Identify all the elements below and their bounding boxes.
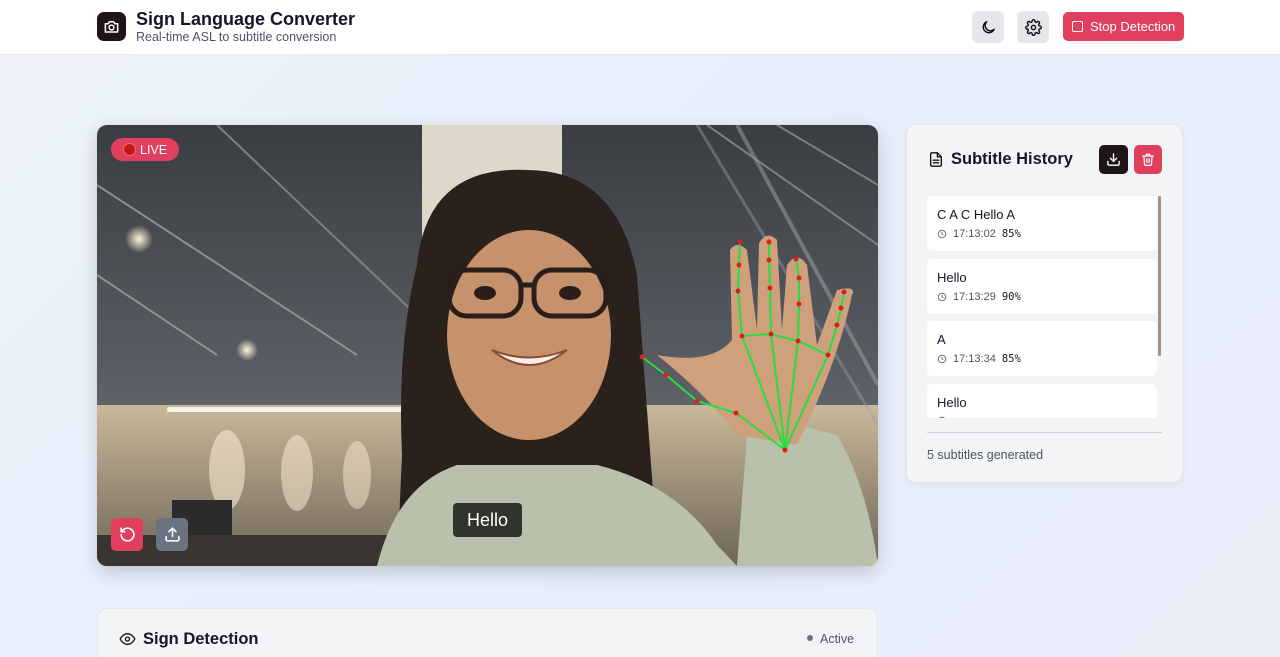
history-item[interactable]: Hello [927,384,1157,418]
divider [927,432,1162,433]
status-dot-icon [807,635,813,641]
history-item-time: 17:13:34 [953,353,996,365]
download-history-button[interactable] [1099,145,1128,174]
history-item-confidence: 90% [1001,291,1021,303]
history-item-time: 17:13:02 [953,228,996,240]
history-title: Subtitle History [951,150,1073,168]
stop-detection-label: Stop Detection [1090,19,1176,34]
history-list[interactable]: C A C Hello A 17:13:02 85% Hello 17:13:2… [927,196,1157,418]
upload-button[interactable] [156,518,188,551]
history-count: 5 subtitles generated [927,448,1044,462]
document-icon [930,152,942,167]
subtitle-caption: Hello [453,503,522,537]
theme-toggle-button[interactable] [972,11,1004,43]
sign-detection-title: Sign Detection [143,630,259,648]
trash-icon [1142,153,1154,166]
reset-button[interactable] [111,518,143,551]
rotate-ccw-icon [119,527,135,542]
upload-icon [164,527,180,542]
gear-icon [1024,18,1042,36]
download-icon [1107,153,1120,166]
video-feed [97,125,878,566]
history-item-text: C A C Hello A [937,207,1016,222]
history-item-text: Hello [937,395,967,410]
clock-icon [937,229,947,239]
live-label: LIVE [140,142,168,157]
clock-icon [937,292,947,302]
clear-history-button[interactable] [1134,145,1162,174]
clock-icon [937,354,947,364]
settings-button[interactable] [1017,11,1049,43]
history-item-confidence: 85% [1001,228,1021,240]
history-scrollbar[interactable] [1158,196,1161,356]
history-item[interactable]: A 17:13:34 85% [927,321,1157,376]
moon-icon [982,20,995,33]
camera-icon [97,12,126,41]
history-item-time: 17:13:29 [953,291,996,303]
detection-status: Active [820,632,855,646]
stop-detection-button[interactable]: Stop Detection [1063,12,1184,41]
history-item-confidence: 85% [1001,353,1021,365]
stop-square-icon [1072,21,1083,32]
history-item-text: A [937,332,946,347]
history-item[interactable]: Hello 17:13:29 90% [927,259,1157,314]
eye-icon [119,633,136,645]
recording-dot-icon [123,143,136,156]
live-badge: LIVE [111,138,179,161]
history-item[interactable]: C A C Hello A 17:13:02 85% [927,196,1157,251]
app-title: Sign Language Converter [136,9,356,29]
app-subtitle: Real-time ASL to subtitle conversion [136,30,337,44]
clock-icon [938,416,946,418]
history-item-text: Hello [937,270,967,285]
app-header: Sign Language Converter Real-time ASL to… [0,0,1280,55]
